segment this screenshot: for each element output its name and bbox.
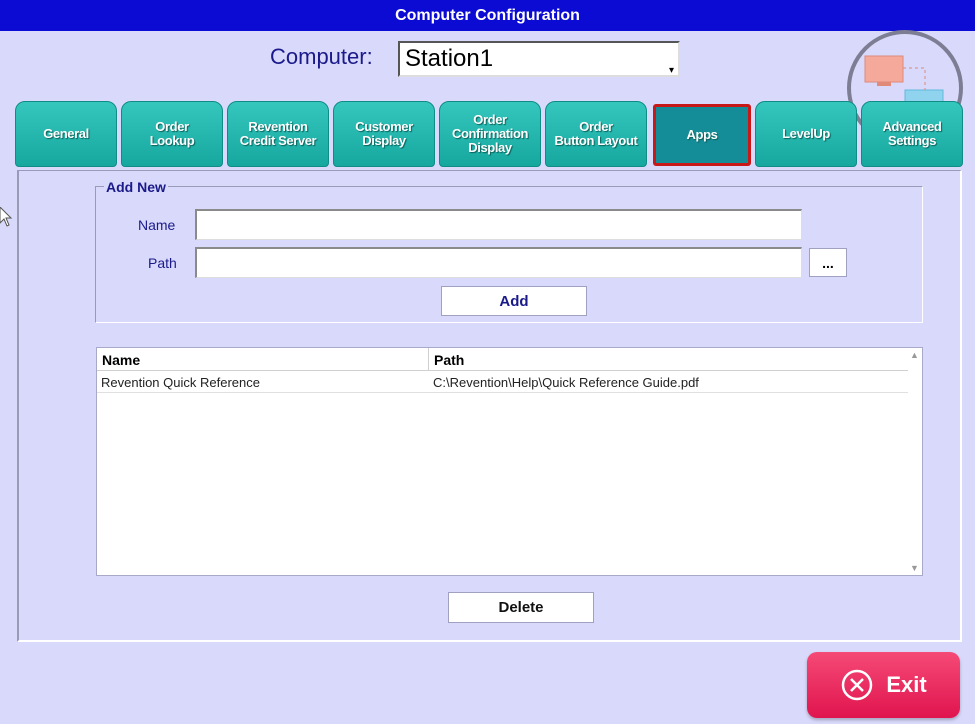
list-item[interactable]: Revention Quick Reference C:\Revention\H… xyxy=(97,372,908,393)
chevron-down-icon: ▾ xyxy=(668,65,674,76)
exit-button[interactable]: Exit xyxy=(807,652,960,718)
column-header-path[interactable]: Path xyxy=(434,352,464,368)
tab-bar: General Order Lookup Revention Credit Se… xyxy=(15,101,965,167)
computer-label: Computer: xyxy=(270,44,373,69)
path-input[interactable] xyxy=(195,247,802,278)
apps-list[interactable]: Name Path Revention Quick Reference C:\R… xyxy=(96,347,923,576)
tab-revention-credit-server[interactable]: Revention Credit Server xyxy=(227,101,329,167)
add-new-title: Add New xyxy=(104,179,168,195)
close-circle-icon xyxy=(842,669,873,701)
tab-order-button-layout[interactable]: Order Button Layout xyxy=(545,101,647,167)
name-input[interactable] xyxy=(195,209,802,240)
mouse-cursor-icon xyxy=(0,207,13,227)
tab-order-lookup[interactable]: Order Lookup xyxy=(121,101,223,167)
scroll-up-icon[interactable]: ▲ xyxy=(910,350,919,360)
path-label: Path xyxy=(148,255,177,271)
scroll-down-icon[interactable]: ▼ xyxy=(910,563,919,573)
computer-select-value: Station1 xyxy=(405,45,494,72)
tab-order-confirmation-display[interactable]: Order Confirmation Display xyxy=(439,101,541,167)
column-divider xyxy=(428,348,429,371)
tab-apps[interactable]: Apps xyxy=(653,104,751,166)
tab-general[interactable]: General xyxy=(15,101,117,167)
delete-button[interactable]: Delete xyxy=(448,592,594,623)
list-scrollbar[interactable]: ▲ ▼ xyxy=(906,348,922,575)
name-label: Name xyxy=(138,217,176,233)
tab-levelup[interactable]: LevelUp xyxy=(755,101,857,167)
window-title: Computer Configuration xyxy=(0,0,975,31)
tab-customer-display[interactable]: Customer Display xyxy=(333,101,435,167)
exit-label: Exit xyxy=(886,672,927,697)
tab-advanced-settings[interactable]: Advanced Settings xyxy=(861,101,963,167)
column-header-name[interactable]: Name xyxy=(102,352,140,368)
list-header: Name Path xyxy=(97,348,908,371)
list-item-name: Revention Quick Reference xyxy=(101,375,260,390)
list-item-path: C:\Revention\Help\Quick Reference Guide.… xyxy=(433,375,699,390)
browse-button[interactable]: ... xyxy=(809,248,847,277)
add-button[interactable]: Add xyxy=(441,286,587,316)
computer-select[interactable]: Station1 ▾ xyxy=(398,41,680,77)
